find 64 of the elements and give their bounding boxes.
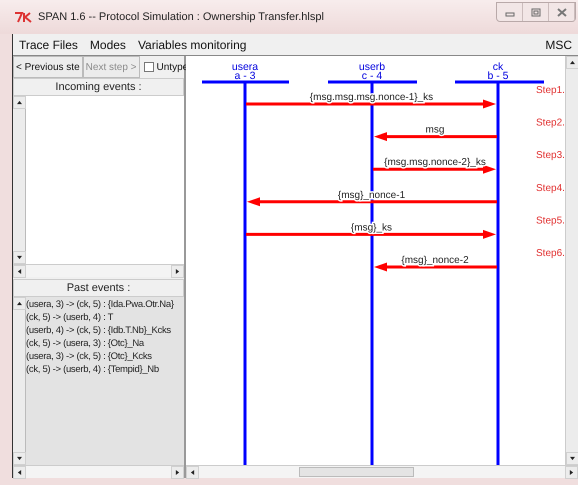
scroll-left-button[interactable] xyxy=(13,265,26,278)
triangle-down-icon xyxy=(570,456,575,461)
previous-step-button[interactable]: < Previous ste xyxy=(13,56,83,78)
vertical-scrollbar[interactable] xyxy=(565,56,578,465)
scroll-up-button[interactable] xyxy=(13,96,26,109)
vertical-scrollbar[interactable] xyxy=(13,96,26,264)
event-entry[interactable]: (usera, 3) -> (ck, 5) : {Ida.Pwa.Otr.Na} xyxy=(26,298,184,311)
scroll-left-button[interactable] xyxy=(13,466,26,479)
window-title: SPAN 1.6 -- Protocol Simulation : Ownership Transfer.hlspl xyxy=(38,10,324,25)
app-logo-icon xyxy=(14,12,34,22)
scroll-left-button[interactable] xyxy=(186,466,199,479)
triangle-down-icon xyxy=(17,255,22,260)
step-label: Step5. xyxy=(536,215,564,226)
triangle-right-icon xyxy=(175,269,180,274)
event-entry[interactable]: (ck, 5) -> (userb, 4) : {Tempid}_Nb xyxy=(26,363,184,376)
message-label: {msg}_nonce-2 xyxy=(401,255,469,266)
horizontal-scrollbar[interactable] xyxy=(13,264,184,277)
participant-label: a - 3 xyxy=(234,70,256,82)
triangle-right-icon xyxy=(175,470,180,475)
scroll-up-button[interactable] xyxy=(566,56,578,69)
participant-label: b - 5 xyxy=(488,70,508,82)
scroll-right-button[interactable] xyxy=(171,265,184,278)
untype-checkbox[interactable] xyxy=(144,62,154,72)
message-label: msg xyxy=(426,124,444,136)
triangle-up-icon xyxy=(570,60,575,65)
scroll-down-button[interactable] xyxy=(13,452,26,465)
scroll-down-button[interactable] xyxy=(13,251,26,264)
panel-header: Incoming events : xyxy=(13,78,184,96)
scroll-right-button[interactable] xyxy=(171,466,184,479)
event-entry[interactable]: (userb, 4) -> (ck, 5) : {Idb.T.Nb}_Kcks xyxy=(26,324,184,337)
participant-label: c - 4 xyxy=(362,70,382,82)
event-entry[interactable]: (ck, 5) -> (userb, 4) : T xyxy=(26,311,184,324)
panel-header: Past events : xyxy=(13,279,184,297)
horizontal-scrollbar[interactable] xyxy=(186,465,578,478)
message-label: {msg.msg.nonce-2}_ks xyxy=(384,157,486,168)
event-entry[interactable]: (ck, 5) -> (usera, 3) : {Otc}_Na xyxy=(26,337,184,350)
scroll-up-button[interactable] xyxy=(13,297,26,310)
triangle-up-icon xyxy=(17,301,22,306)
close-icon xyxy=(556,8,566,16)
scroll-thumb[interactable] xyxy=(299,467,414,477)
participant-name: ck xyxy=(492,61,504,73)
triangle-left-icon xyxy=(17,269,22,274)
step-label: Step4. xyxy=(536,182,564,194)
menu-item[interactable]: Modes xyxy=(88,36,128,54)
scroll-down-button[interactable] xyxy=(566,452,578,465)
triangle-down-icon xyxy=(17,456,22,461)
triangle-left-icon xyxy=(17,470,22,475)
triangle-left-icon xyxy=(190,470,195,475)
event-entry[interactable]: (usera, 3) -> (ck, 5) : {Otc}_Kcks xyxy=(26,350,184,363)
triangle-right-icon xyxy=(569,470,574,475)
maximize-icon xyxy=(530,8,540,16)
menu-item[interactable]: Variables monitoring xyxy=(136,36,248,54)
participant-name: userb xyxy=(358,61,386,73)
menu-item[interactable]: MSC xyxy=(543,36,574,54)
triangle-up-icon xyxy=(17,100,22,105)
step-label: Step2. xyxy=(536,118,564,129)
step-label: Step6. xyxy=(536,248,564,259)
step-label: Step1. xyxy=(536,85,564,96)
participant-name: usera xyxy=(232,61,258,73)
horizontal-scrollbar[interactable] xyxy=(13,465,184,478)
menu-item[interactable]: Trace Files xyxy=(17,36,80,54)
step-label: Step3. xyxy=(536,150,564,162)
scroll-right-button[interactable] xyxy=(565,466,578,479)
vertical-scrollbar[interactable] xyxy=(13,297,26,465)
